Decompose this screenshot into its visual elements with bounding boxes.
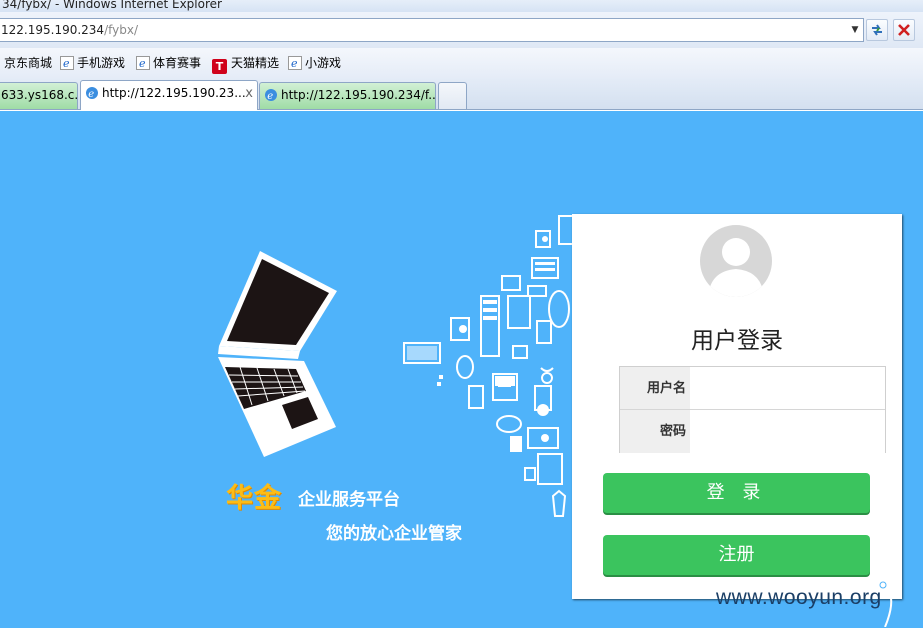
ie-icon: e bbox=[60, 56, 74, 70]
tab-label: 633.ys168.c... bbox=[1, 88, 78, 102]
refresh-button[interactable] bbox=[866, 19, 888, 41]
tmall-icon: T bbox=[212, 59, 227, 74]
window-title-bar: 34/fybx/ - Windows Internet Explorer bbox=[0, 0, 923, 12]
ie-icon: e bbox=[265, 89, 277, 102]
tab-label: http://122.195.190.23... bbox=[102, 86, 246, 100]
address-dropdown-icon[interactable]: ▼ bbox=[849, 19, 861, 41]
address-path: /fybx/ bbox=[104, 23, 138, 37]
username-row: 用户名 bbox=[620, 367, 885, 410]
password-label: 密码 bbox=[620, 410, 690, 453]
watermark: www.wooyun.org bbox=[716, 586, 882, 609]
svg-text:e: e bbox=[63, 57, 70, 70]
favorite-label: 天猫精选 bbox=[231, 56, 280, 70]
login-page: 华金 企业服务平台 您的放心企业管家 用户登录 用户名 密码 登 录 注册 ww… bbox=[0, 111, 923, 628]
username-label: 用户名 bbox=[620, 367, 690, 409]
user-avatar-icon bbox=[700, 225, 772, 297]
favorite-label: 手机游戏 bbox=[77, 56, 126, 70]
ie-icon: e bbox=[86, 87, 98, 100]
favorite-tmall[interactable]: T 天猫精选 bbox=[212, 55, 280, 74]
brand-name: 华金 bbox=[226, 483, 282, 514]
favorite-label: 京东商城 bbox=[4, 56, 53, 70]
window-title: 34/fybx/ - Windows Internet Explorer bbox=[2, 0, 222, 11]
refresh-icon bbox=[872, 24, 882, 36]
tab-label: http://122.195.190.234/f... bbox=[281, 88, 436, 102]
tab-close-icon[interactable]: x bbox=[245, 81, 253, 106]
svg-text:e: e bbox=[291, 57, 298, 70]
address-host: 122.195.190.234 bbox=[1, 23, 105, 37]
ie-icon: e bbox=[288, 56, 302, 70]
favorite-mini-games[interactable]: e 小游戏 bbox=[288, 55, 341, 71]
login-button[interactable]: 登 录 bbox=[603, 473, 870, 513]
favorite-mobile-games[interactable]: e 手机游戏 bbox=[60, 55, 125, 71]
login-form: 用户名 密码 bbox=[619, 366, 886, 453]
address-row: 122.195.190.234/fybx/ ▼ bbox=[0, 12, 923, 48]
close-icon bbox=[898, 24, 910, 36]
ie-icon: e bbox=[136, 56, 150, 70]
favorite-label: 小游戏 bbox=[305, 56, 342, 70]
brand-slogan: 您的放心企业管家 bbox=[326, 524, 462, 544]
brand-tagline: 企业服务平台 bbox=[298, 490, 400, 510]
tab-ys168[interactable]: 633.ys168.c... bbox=[0, 82, 78, 109]
tab-second[interactable]: e http://122.195.190.234/f... bbox=[259, 82, 436, 109]
address-bar[interactable]: 122.195.190.234/fybx/ ▼ bbox=[0, 18, 864, 42]
favorite-sports[interactable]: e 体育赛事 bbox=[136, 55, 201, 71]
favorites-bar: 京东商城 e 手机游戏 e 体育赛事 T 天猫精选 e 小游戏 bbox=[0, 48, 923, 78]
password-input[interactable] bbox=[690, 410, 885, 453]
favorite-label: 体育赛事 bbox=[153, 56, 202, 70]
password-row: 密码 bbox=[620, 410, 885, 453]
laptop-illustration bbox=[218, 251, 337, 457]
svg-text:e: e bbox=[88, 89, 94, 100]
stop-button[interactable] bbox=[893, 19, 915, 41]
username-input[interactable] bbox=[690, 367, 885, 409]
favorite-jd[interactable]: 京东商城 bbox=[4, 55, 52, 71]
tab-bar: 633.ys168.c... e http://122.195.190.23...… bbox=[0, 78, 923, 110]
register-button[interactable]: 注册 bbox=[603, 535, 870, 575]
svg-text:e: e bbox=[139, 57, 146, 70]
avatar bbox=[700, 225, 772, 297]
device-icon-cloud bbox=[403, 215, 574, 517]
new-tab-button[interactable] bbox=[438, 82, 467, 109]
login-panel: 用户登录 用户名 密码 登 录 注册 bbox=[572, 214, 902, 599]
svg-text:e: e bbox=[267, 91, 273, 102]
login-title: 用户登录 bbox=[691, 328, 783, 354]
tab-current[interactable]: e http://122.195.190.23... x bbox=[80, 80, 258, 110]
